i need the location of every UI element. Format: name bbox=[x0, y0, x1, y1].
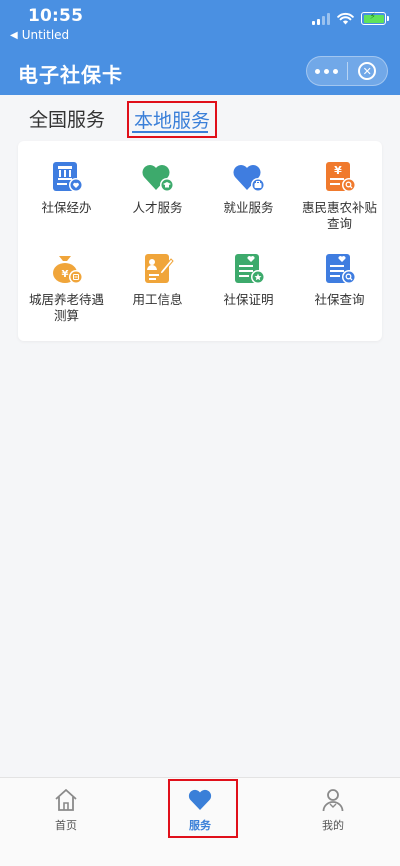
tabbar-label: 我的 bbox=[322, 819, 344, 832]
svg-text:¥: ¥ bbox=[334, 164, 342, 177]
back-triangle-icon: ◀ bbox=[10, 29, 18, 41]
user-icon bbox=[322, 789, 344, 812]
service-label: 人才服务 bbox=[132, 200, 183, 215]
service-tabs: 全国服务 本地服务 bbox=[0, 95, 400, 141]
tab-national-services[interactable]: 全国服务 bbox=[29, 105, 105, 132]
social-security-handling-icon bbox=[52, 162, 83, 192]
service-label: 用工信息 bbox=[132, 292, 183, 307]
top-header: 10:55 ◀ Untitled ⚡ 电子社保卡 ✕ bbox=[0, 0, 400, 95]
pension-calculation-icon: ¥ bbox=[52, 256, 83, 284]
wifi-icon bbox=[337, 12, 354, 25]
tabbar-item-home[interactable]: 首页 bbox=[26, 778, 106, 840]
active-tab-highlight-box bbox=[168, 779, 238, 838]
service-employment-info[interactable]: 用工信息 bbox=[112, 253, 203, 308]
svg-text:¥: ¥ bbox=[61, 269, 68, 280]
service-pension-calculation[interactable]: ¥ 城居养老待遇 测算 bbox=[21, 253, 112, 324]
close-button[interactable]: ✕ bbox=[348, 62, 388, 80]
service-label: 社保查询 bbox=[314, 292, 365, 307]
service-talent[interactable]: 人才服务 bbox=[112, 161, 203, 216]
tabbar-label: 首页 bbox=[55, 819, 77, 832]
service-social-security-certificate[interactable]: 社保证明 bbox=[203, 253, 294, 308]
service-label-line: 查询 bbox=[326, 216, 352, 231]
cellular-signal-icon bbox=[312, 12, 330, 25]
employment-info-icon bbox=[144, 254, 174, 283]
page-title: 电子社保卡 bbox=[18, 63, 123, 87]
service-label-line: 惠民惠农补贴 bbox=[301, 200, 377, 215]
service-label: 惠民惠农补贴 查询 bbox=[294, 200, 385, 232]
social-security-certificate-icon bbox=[234, 254, 265, 284]
service-employment[interactable]: 就业服务 bbox=[203, 161, 294, 216]
close-circle-icon: ✕ bbox=[358, 62, 377, 80]
local-services-card: 社保经办 人才服务 就业服务 ¥ 惠民惠农补贴 查询 ¥ 城居养老待遇 测算 用… bbox=[18, 141, 382, 341]
service-label-line: 城居养老待遇 bbox=[28, 292, 104, 307]
service-label: 城居养老待遇 测算 bbox=[21, 292, 112, 324]
more-dots-icon[interactable] bbox=[307, 68, 347, 74]
service-label: 社保经办 bbox=[41, 200, 92, 215]
service-label: 就业服务 bbox=[223, 200, 274, 215]
back-to-app-link[interactable]: ◀ Untitled bbox=[10, 28, 69, 42]
active-tab-indicator bbox=[132, 131, 208, 133]
mini-program-capsule: ✕ bbox=[306, 56, 388, 86]
tabbar-item-profile[interactable]: 我的 bbox=[293, 778, 373, 840]
status-icons: ⚡ bbox=[312, 12, 389, 25]
social-security-query-icon bbox=[325, 254, 356, 284]
talent-service-icon bbox=[142, 165, 174, 192]
service-label-line: 测算 bbox=[53, 308, 79, 323]
status-time: 10:55 bbox=[28, 6, 84, 26]
service-social-security-handling[interactable]: 社保经办 bbox=[21, 161, 112, 216]
employment-service-icon bbox=[233, 165, 265, 192]
home-icon bbox=[55, 789, 77, 811]
service-label: 社保证明 bbox=[223, 292, 274, 307]
subsidy-query-icon: ¥ bbox=[325, 162, 356, 192]
battery-charging-icon: ⚡ bbox=[361, 12, 389, 25]
service-subsidy-query[interactable]: ¥ 惠民惠农补贴 查询 bbox=[294, 161, 385, 232]
back-app-label: Untitled bbox=[21, 28, 70, 42]
service-social-security-query[interactable]: 社保查询 bbox=[294, 253, 385, 308]
